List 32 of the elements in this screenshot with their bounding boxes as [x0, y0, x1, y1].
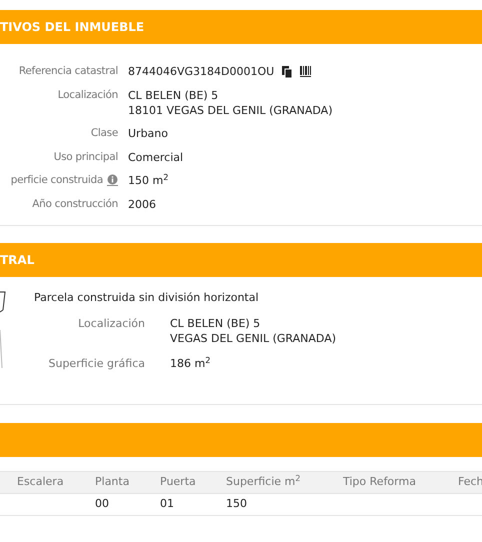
field-value: 186 m$^{2}$	[170, 356, 210, 372]
field-label: perficie construida	[10, 173, 103, 188]
field-label: Uso principal	[54, 150, 118, 164]
field-label: Localización	[78, 316, 145, 332]
field-value: CL BELEN (BE) 5	[128, 88, 220, 103]
column-header: Tipo Reforma	[343, 475, 416, 488]
field-value: Urbano	[128, 126, 168, 141]
section-title: TIVOS DEL INMUEBLE	[0, 19, 144, 36]
field-label: Localización	[58, 88, 118, 103]
field-label: Superficie gráfica	[48, 356, 145, 372]
field-label: Año construcción	[32, 197, 118, 212]
table-cell: 00	[95, 497, 109, 510]
field-label: Clase	[90, 126, 118, 141]
reference-value: 8744046VG3184D0001OU	[128, 64, 274, 79]
column-header: Planta	[95, 475, 130, 488]
field-value: CL BELEN (BE) 5	[170, 316, 262, 332]
field-value: 18101 VEGAS DEL GENIL (GRANADA)	[128, 102, 332, 118]
field-value: 2006	[128, 197, 156, 212]
field-value: 150 m$^{2}$	[128, 173, 168, 188]
column-header: Escalera	[17, 475, 64, 488]
info-icon[interactable]	[107, 174, 118, 186]
barcode-icon[interactable]	[300, 66, 312, 77]
table-cell: 01	[160, 497, 174, 510]
field-value: Comercial	[128, 150, 184, 164]
table-cell: 150	[226, 497, 247, 510]
section-title: TRAL	[0, 252, 34, 269]
field-label: Referencia catastral	[18, 64, 118, 79]
column-header: Puerta	[160, 475, 196, 488]
column-header: Superficie m$^{2}$	[226, 475, 300, 488]
field-value: VEGAS DEL GENIL (GRANADA)	[170, 331, 336, 346]
copy-icon[interactable]	[282, 66, 292, 78]
parcel-description: Parcela construida sin división horizontal	[34, 290, 260, 306]
